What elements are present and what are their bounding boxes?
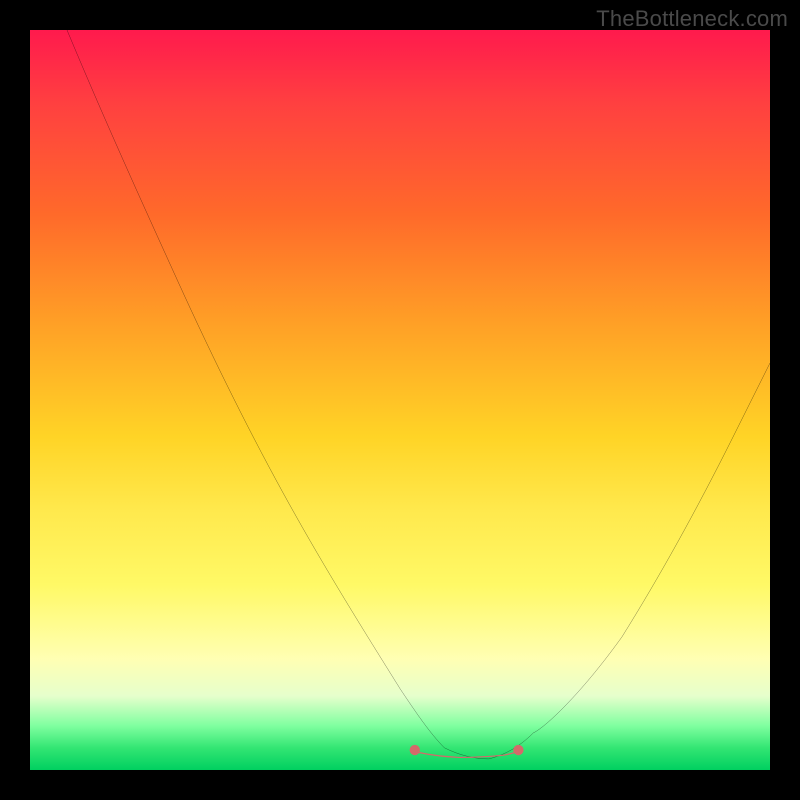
marker-dot-right (513, 745, 523, 755)
chart-curve-layer (30, 30, 770, 770)
watermark-text: TheBottleneck.com (596, 6, 788, 32)
bottleneck-curve (67, 30, 770, 759)
marker-dot-left (410, 745, 420, 755)
bottom-marker-segment (415, 752, 519, 758)
